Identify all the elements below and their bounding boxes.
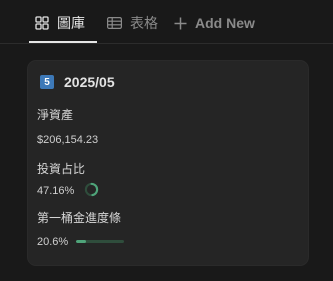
gallery-grid-icon xyxy=(35,16,49,30)
active-tab-indicator xyxy=(29,41,97,43)
add-new-view-button[interactable]: Add New xyxy=(174,12,255,34)
tab-table[interactable]: 表格 xyxy=(107,12,158,34)
card-title: 5 2025/05 xyxy=(40,73,115,91)
first-bucket-progress-fill xyxy=(76,240,86,243)
tab-table-label: 表格 xyxy=(130,16,158,32)
tab-gallery[interactable]: 圖庫 xyxy=(35,12,85,34)
number-5-icon: 5 xyxy=(40,75,54,89)
add-new-label: Add New xyxy=(195,15,255,31)
plus-icon xyxy=(174,17,187,30)
net-assets-value: $206,154.23 xyxy=(37,134,99,146)
tab-gallery-label: 圖庫 xyxy=(57,16,85,32)
first-bucket-progress-value: 20.6% xyxy=(37,236,69,248)
net-assets-label: 淨資產 xyxy=(37,108,74,122)
investment-ratio-value: 47.16% xyxy=(37,185,75,197)
view-tabs: 圖庫 表格 Add New xyxy=(0,0,333,44)
first-bucket-progress-label: 第一桶金進度條 xyxy=(37,211,122,225)
investment-ratio-label: 投資占比 xyxy=(37,162,86,176)
gallery-card[interactable]: 5 2025/05 淨資產 $206,154.23 投資占比 47.16% 第一… xyxy=(28,61,308,265)
table-icon xyxy=(107,17,122,29)
card-title-text: 2025/05 xyxy=(64,74,115,90)
first-bucket-progress-bar xyxy=(76,240,124,243)
investment-ratio-progress-ring xyxy=(84,182,99,197)
